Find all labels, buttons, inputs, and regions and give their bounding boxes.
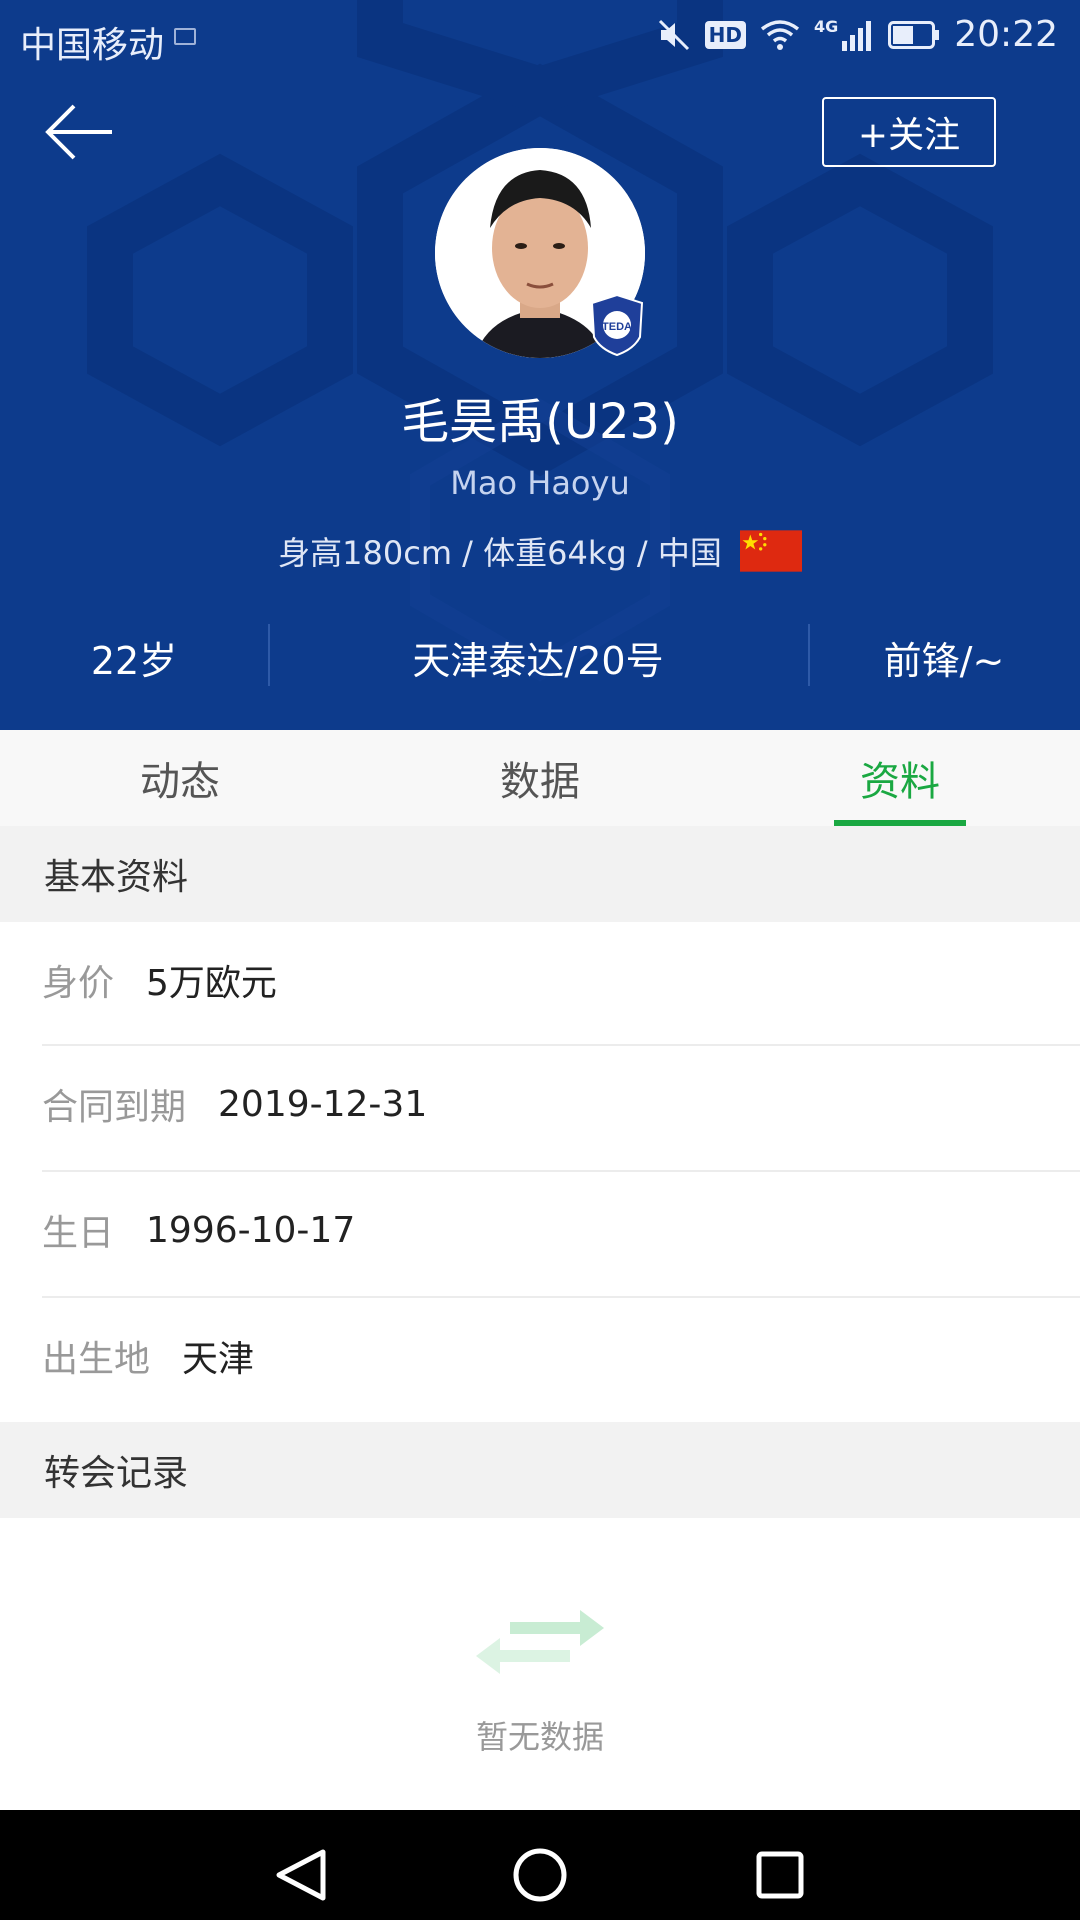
- nav-back-icon[interactable]: [255, 1830, 345, 1920]
- hd-badge: HD: [704, 20, 746, 49]
- tab-bar: 动态 数据 资料: [0, 730, 1080, 826]
- system-navigation-bar: [0, 1810, 1080, 1920]
- wifi-icon: [760, 19, 800, 50]
- back-button[interactable]: [40, 98, 120, 168]
- back-arrow-icon: [45, 104, 112, 160]
- player-physical-info: 身高180cm / 体重64kg / 中国: [0, 528, 1080, 574]
- carrier-name: 中国移动: [20, 25, 165, 66]
- svg-text:TEDA: TEDA: [602, 321, 632, 333]
- nav-home-icon[interactable]: [495, 1830, 585, 1920]
- info-row-market-value: 身价 5万欧元: [42, 918, 1080, 1042]
- nav-recents-icon[interactable]: [735, 1830, 825, 1920]
- info-row-birthday: 生日 1996-10-17: [42, 1168, 1080, 1292]
- tab-profile[interactable]: 资料: [780, 730, 1020, 826]
- china-flag-icon: [739, 530, 802, 572]
- player-name-english: Mao Haoyu: [450, 464, 630, 502]
- info-key: 身价: [42, 963, 115, 1004]
- info-key: 出生地: [42, 1339, 151, 1380]
- player-position: 前锋/~: [883, 639, 1005, 683]
- player-meta-text: 身高180cm / 体重64kg / 中国: [278, 534, 722, 572]
- player-avatar: TEDA: [435, 148, 645, 358]
- signal-icon: [842, 20, 872, 51]
- info-value: 1996-10-17: [146, 1209, 356, 1251]
- info-key: 合同到期: [42, 1087, 187, 1128]
- tab-stats[interactable]: 数据: [420, 730, 660, 826]
- network-type: 4G: [813, 17, 839, 36]
- tab-news[interactable]: 动态: [60, 730, 300, 826]
- empty-state-text: 暂无数据: [475, 1718, 604, 1756]
- section-basic-info: 基本资料: [0, 826, 1080, 922]
- info-row-birthplace: 出生地 天津: [42, 1294, 1080, 1418]
- player-club-number: 天津泰达/20号: [412, 639, 664, 683]
- info-key: 生日: [42, 1213, 115, 1254]
- club-badge-icon: TEDA: [590, 293, 644, 357]
- info-value: 5万欧元: [146, 963, 277, 1004]
- section-title: 基本资料: [44, 857, 189, 898]
- info-row-contract: 合同到期 2019-12-31: [42, 1042, 1080, 1166]
- clock: 20:22: [954, 14, 1058, 55]
- status-icons: HD 4G 20:22: [657, 14, 1058, 55]
- player-name: 毛昊禹(U23): [401, 394, 679, 450]
- info-value: 2019-12-31: [218, 1083, 428, 1125]
- section-transfer-record: 转会记录: [0, 1422, 1080, 1518]
- status-bar: 中国移动 HD 4G 20:22: [0, 0, 1080, 74]
- mute-icon: [658, 19, 689, 50]
- follow-button[interactable]: +关注: [822, 97, 996, 167]
- battery-icon: [888, 20, 940, 49]
- info-value: 天津: [182, 1339, 255, 1380]
- section-title: 转会记录: [44, 1453, 189, 1494]
- player-header: 中国移动 HD 4G 20:22 +关注 TEDA 毛昊禹(U23) Mao H…: [0, 0, 1080, 730]
- player-age: 22岁: [90, 639, 178, 683]
- transfer-arrows-icon: [476, 1610, 604, 1674]
- sim-icon: [174, 28, 196, 45]
